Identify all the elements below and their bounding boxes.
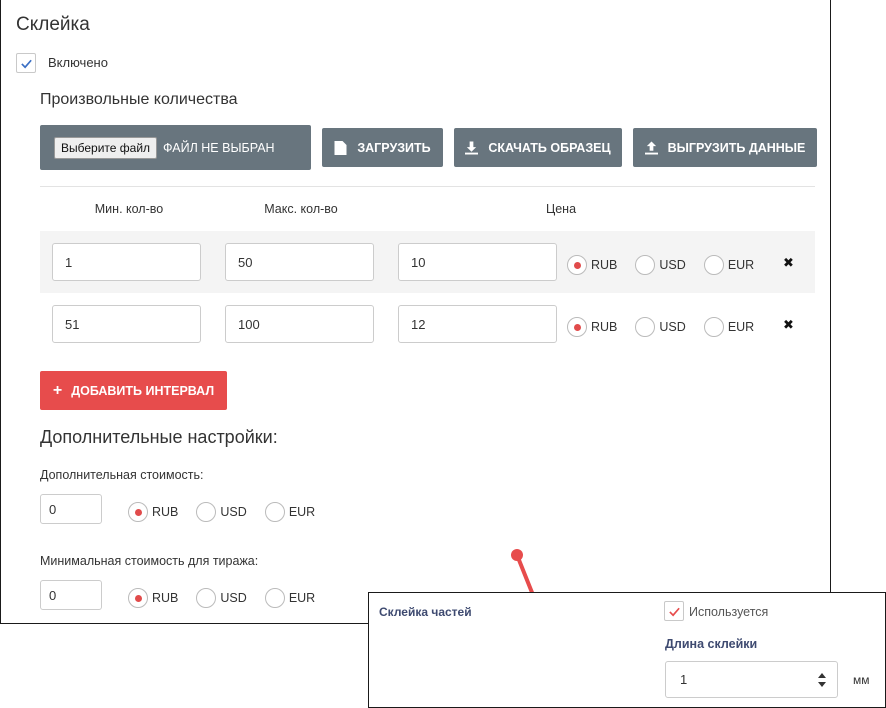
radio-rub[interactable] <box>567 255 587 275</box>
header-max-qty: Макс. кол-во <box>264 202 338 216</box>
glue-length-label: Длина склейки <box>665 637 758 651</box>
radio-rub[interactable] <box>128 588 148 608</box>
extra-settings-heading: Дополнительные настройки: <box>40 427 278 447</box>
section-title: Склейка <box>16 14 90 35</box>
used-label: Используется <box>689 605 769 619</box>
radio-rub[interactable] <box>128 502 148 522</box>
remove-row-icon[interactable]: ✖ <box>783 317 794 333</box>
radio-label-rub: RUB <box>591 258 618 272</box>
radio-eur[interactable] <box>703 317 724 337</box>
radio-dot <box>573 323 581 331</box>
radio-label-rub: RUB <box>152 591 179 605</box>
custom-quantities-title: Произвольные количества <box>40 91 238 108</box>
radio-label-usd: USD <box>659 258 686 272</box>
glue-settings-panel: Склейка Включено Произвольные количества… <box>0 0 831 624</box>
spinner-arrows-icon[interactable] <box>817 672 827 688</box>
glue-length-value: 1 <box>680 672 688 687</box>
enabled-checkbox[interactable] <box>16 53 36 73</box>
min-cost-label: Минимальная стоимость для тиража: <box>40 554 259 568</box>
add-interval-button[interactable]: + ДОБАВИТЬ ИНТЕРВАЛ <box>40 371 227 410</box>
popup-title: Склейка частей <box>379 605 472 619</box>
choose-file-button[interactable]: Выберите файл <box>54 136 158 159</box>
download-sample-label: СКАЧАТЬ ОБРАЗЕЦ <box>488 140 611 155</box>
min-cost-currency-group: RUB USD EUR <box>128 587 333 609</box>
extra-cost-input[interactable]: 0 <box>40 494 102 524</box>
add-interval-label: ДОБАВИТЬ ИНТЕРВАЛ <box>71 383 215 398</box>
remove-row-icon[interactable]: ✖ <box>783 255 794 271</box>
extra-cost-label: Дополнительная стоимость: <box>40 468 204 482</box>
extra-cost-currency-group: RUB USD EUR <box>128 501 333 523</box>
export-data-button[interactable]: ВЫГРУЗИТЬ ДАННЫЕ <box>633 128 817 167</box>
min-cost-input[interactable]: 0 <box>40 580 102 610</box>
plus-icon: + <box>52 381 63 399</box>
min-qty-input[interactable]: 1 <box>52 243 201 281</box>
radio-usd[interactable] <box>635 317 656 337</box>
radio-label-usd: USD <box>659 320 686 334</box>
max-qty-input[interactable]: 100 <box>225 305 374 343</box>
radio-usd[interactable] <box>635 255 656 275</box>
glue-length-stepper[interactable]: 1 <box>665 661 838 698</box>
header-min-qty: Мин. кол-во <box>94 202 164 216</box>
radio-label-eur: EUR <box>727 258 755 272</box>
radio-dot <box>134 594 142 602</box>
price-input[interactable]: 10 <box>398 243 557 281</box>
file-icon <box>334 140 347 155</box>
divider <box>40 186 815 187</box>
export-data-label: ВЫГРУЗИТЬ ДАННЫЕ <box>667 140 806 155</box>
currency-radio-group: RUB USD EUR <box>567 316 772 338</box>
radio-label-usd: USD <box>220 505 247 519</box>
upload-icon <box>644 141 658 154</box>
file-status-text: ФАЙЛ НЕ ВЫБРАН <box>163 140 275 155</box>
radio-rub[interactable] <box>567 317 587 337</box>
radio-eur[interactable] <box>703 255 724 275</box>
radio-usd[interactable] <box>196 588 217 608</box>
used-checkbox[interactable] <box>664 601 684 621</box>
upload-label: ЗАГРУЗИТЬ <box>357 140 431 155</box>
currency-radio-group: RUB USD EUR <box>567 254 772 276</box>
download-icon <box>465 141 479 154</box>
upload-button[interactable]: ЗАГРУЗИТЬ <box>322 128 443 167</box>
radio-label-rub: RUB <box>152 505 179 519</box>
radio-dot <box>573 261 581 269</box>
radio-label-rub: RUB <box>591 320 618 334</box>
radio-label-eur: EUR <box>727 320 755 334</box>
radio-label-usd: USD <box>220 591 247 605</box>
price-input[interactable]: 12 <box>398 305 557 343</box>
radio-dot <box>134 508 142 516</box>
header-price: Цена <box>545 202 577 216</box>
radio-label-eur: EUR <box>288 591 316 605</box>
file-picker[interactable]: Выберите файл ФАЙЛ НЕ ВЫБРАН <box>40 125 311 170</box>
unit-label: мм <box>853 673 870 687</box>
check-icon <box>668 607 680 616</box>
min-qty-input[interactable]: 51 <box>52 305 201 343</box>
download-sample-button[interactable]: СКАЧАТЬ ОБРАЗЕЦ <box>454 128 622 167</box>
check-icon <box>20 59 32 68</box>
radio-eur[interactable] <box>264 588 285 608</box>
radio-eur[interactable] <box>264 502 285 522</box>
part-gluing-popup: Склейка частей Используется Длина склейк… <box>368 592 886 708</box>
max-qty-input[interactable]: 50 <box>225 243 374 281</box>
radio-label-eur: EUR <box>288 505 316 519</box>
radio-usd[interactable] <box>196 502 217 522</box>
enabled-label: Включено <box>48 55 108 70</box>
